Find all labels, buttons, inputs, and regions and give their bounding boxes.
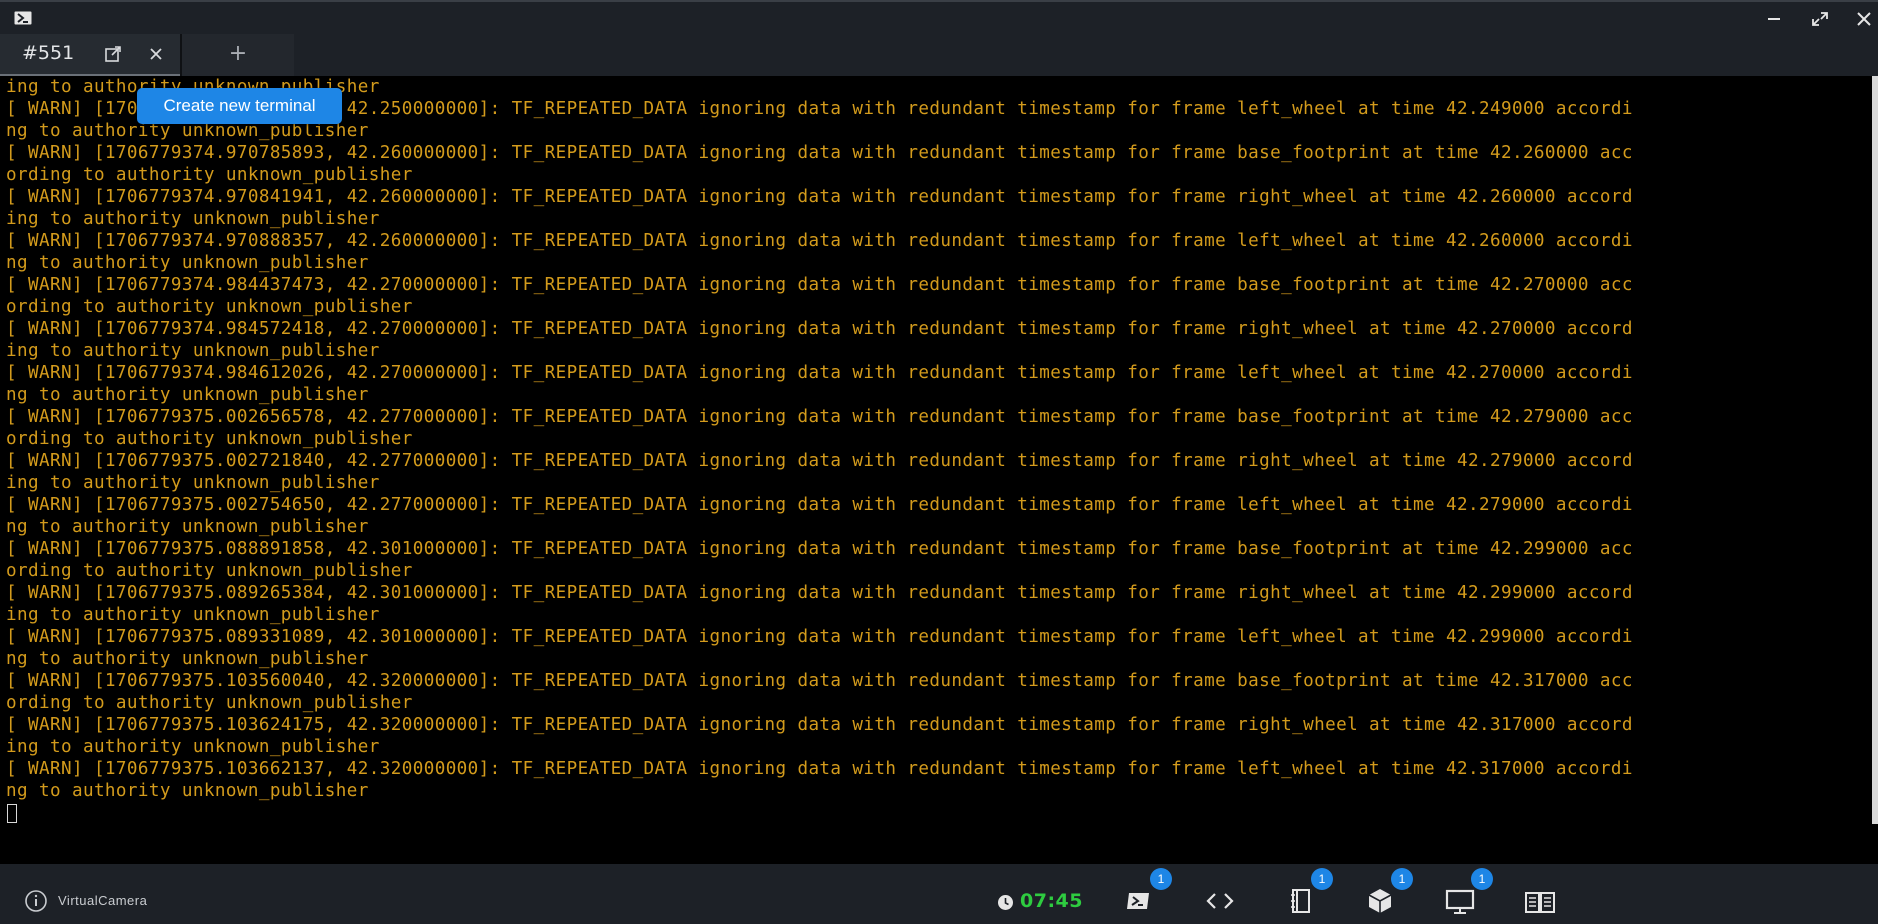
terminal-line: [ WARN] [1706779374.970841941, 42.260000… [6, 187, 1633, 207]
terminal-line: [ WARN] [1706779375.089265384, 42.301000… [6, 583, 1633, 603]
create-terminal-tooltip: Create new terminal [137, 88, 342, 124]
terminal-badge: 1 [1150, 868, 1172, 890]
terminal-line: [ WARN] [1706779374.984437473, 42.270000… [6, 275, 1633, 295]
terminal-line: ing to authority unknown_publisher [6, 341, 380, 361]
terminal-line: ing to authority unknown_publisher [6, 737, 380, 757]
tab-label: #551 [22, 42, 75, 64]
new-tab-button[interactable]: + [182, 34, 294, 76]
terminal-app-icon [14, 11, 32, 25]
minimize-icon[interactable] [1762, 8, 1786, 30]
terminal-line: ording to authority unknown_publisher [6, 165, 413, 185]
terminal-line: ng to authority unknown_publisher [6, 517, 369, 537]
terminal-scrollbar[interactable] [1872, 76, 1878, 824]
terminal-line: ing to authority unknown_publisher [6, 473, 380, 493]
maximize-icon[interactable] [1808, 8, 1832, 30]
package-icon[interactable] [1363, 884, 1397, 918]
terminal-cursor [7, 804, 17, 823]
tab-close-icon[interactable] [148, 46, 164, 62]
terminal-line: [ WARN] [1706779374.984572418, 42.270000… [6, 319, 1633, 339]
terminal-line: [ WARN] [1706779374.984612026, 42.270000… [6, 363, 1633, 383]
title-bar [0, 0, 1878, 34]
code-icon[interactable] [1203, 884, 1237, 918]
terminal-line: [ WARN] [1706779375.103662137, 42.320000… [6, 759, 1633, 779]
terminal-line: ording to authority unknown_publisher [6, 429, 413, 449]
terminal-icon[interactable] [1122, 884, 1156, 918]
notebook-badge: 1 [1311, 868, 1333, 890]
virtual-camera-label[interactable]: VirtualCamera [58, 893, 147, 908]
terminal-line: [ WARN] [1706779375.103560040, 42.320000… [6, 671, 1633, 691]
tab-bar: #551 + [0, 34, 1878, 76]
terminal-line: [ WARN] [1706779375.089331089, 42.301000… [6, 627, 1633, 647]
terminal-line: ording to authority unknown_publisher [6, 561, 413, 581]
terminal-line: [ WARN] [1706779375.002754650, 42.277000… [6, 495, 1633, 515]
terminal-output[interactable]: ing to authority unknown_publisher[ WARN… [0, 76, 1872, 864]
terminal-line: ing to authority unknown_publisher [6, 605, 380, 625]
terminal-lines: ing to authority unknown_publisher[ WARN… [6, 76, 1872, 802]
book-icon[interactable] [1523, 884, 1557, 918]
notebook-icon[interactable] [1284, 884, 1318, 918]
terminal-line: ng to authority unknown_publisher [6, 649, 369, 669]
terminal-line: [ WARN] [1706779375.002656578, 42.277000… [6, 407, 1633, 427]
terminal-line: ng to authority unknown_publisher [6, 781, 369, 801]
info-icon[interactable] [24, 889, 48, 913]
popout-icon[interactable] [104, 45, 122, 63]
taskbar: VirtualCamera 07:45 1 1 1 1 [0, 864, 1878, 924]
terminal-line: [ WARN] [1706779375.088891858, 42.301000… [6, 539, 1633, 559]
terminal-line: ording to authority unknown_publisher [6, 693, 413, 713]
display-icon[interactable] [1443, 884, 1477, 918]
terminal-line: ng to authority unknown_publisher [6, 385, 369, 405]
terminal-line: [ WARN] [1706779374.970785893, 42.260000… [6, 143, 1633, 163]
clock-icon [998, 895, 1013, 910]
terminal-line: [ WARN] [1706779375.002721840, 42.277000… [6, 451, 1633, 471]
terminal-line: [ WARN] [1706779375.103624175, 42.320000… [6, 715, 1633, 735]
terminal-line: ing to authority unknown_publisher [6, 209, 380, 229]
terminal-line: [ WARN] [1706779374.970888357, 42.260000… [6, 231, 1633, 251]
terminal-line: ording to authority unknown_publisher [6, 297, 413, 317]
terminal-line: ng to authority unknown_publisher [6, 253, 369, 273]
tab-terminal[interactable]: #551 [0, 34, 180, 76]
display-badge: 1 [1471, 868, 1493, 890]
session-clock: 07:45 [1020, 890, 1083, 912]
package-badge: 1 [1391, 868, 1413, 890]
close-icon[interactable] [1852, 8, 1876, 30]
